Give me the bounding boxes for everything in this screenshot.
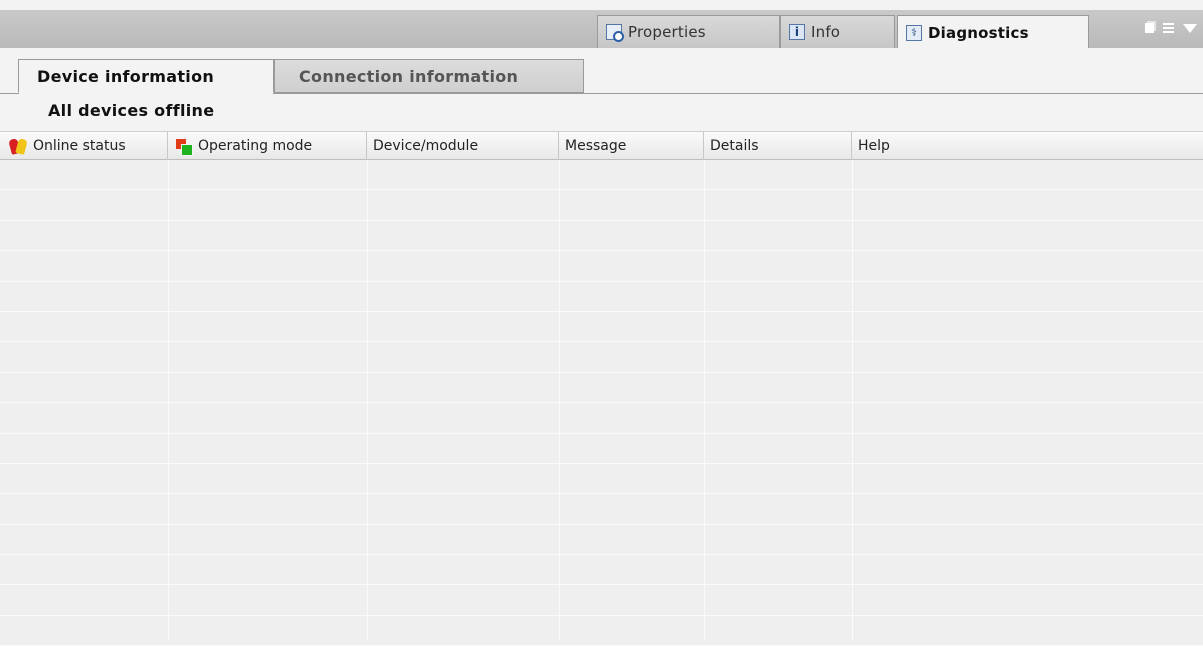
status-title: All devices offline: [48, 101, 215, 120]
diagnostics-subtabs: Device information Connection informatio…: [0, 48, 1203, 95]
operating-mode-icon: [174, 137, 193, 156]
table-row[interactable]: [0, 585, 1203, 616]
tab-diagnostics[interactable]: ⚕ Diagnostics: [897, 15, 1089, 49]
table-row[interactable]: [0, 463, 1203, 495]
column-operating-mode-label: Operating mode: [198, 138, 313, 154]
tab-info[interactable]: i Info: [780, 15, 895, 48]
tab-properties[interactable]: Properties: [597, 15, 780, 48]
table-row[interactable]: [0, 403, 1203, 434]
column-device-module-label: Device/module: [373, 138, 479, 154]
table-row[interactable]: [0, 372, 1203, 404]
subtab-divider: [0, 93, 1203, 94]
tab-connection-information[interactable]: Connection information: [274, 59, 584, 93]
column-operating-mode[interactable]: Operating mode: [168, 132, 367, 160]
column-divider: [367, 160, 368, 640]
table-row[interactable]: [0, 251, 1203, 282]
table-row[interactable]: [0, 615, 1203, 646]
column-details-label: Details: [710, 138, 759, 154]
collapse-arrow-icon[interactable]: [1183, 23, 1197, 33]
device-diagnostics-table: Online status Operating mode Device/modu…: [0, 131, 1203, 646]
table-body: [0, 160, 1203, 646]
online-status-icon: [9, 137, 27, 155]
table-row[interactable]: [0, 494, 1203, 525]
properties-icon: [606, 24, 624, 42]
column-help-label: Help: [858, 138, 890, 154]
table-header: Online status Operating mode Device/modu…: [0, 131, 1203, 160]
column-details[interactable]: Details: [704, 132, 852, 160]
column-message-label: Message: [565, 138, 627, 154]
table-row[interactable]: [0, 524, 1203, 556]
tab-diagnostics-label: Diagnostics: [928, 23, 1029, 42]
table-row[interactable]: [0, 555, 1203, 586]
table-row[interactable]: [0, 190, 1203, 221]
column-message[interactable]: Message: [559, 132, 704, 160]
column-divider: [559, 160, 560, 640]
table-row[interactable]: [0, 281, 1203, 312]
table-row[interactable]: [0, 160, 1203, 191]
table-row[interactable]: [0, 311, 1203, 343]
tab-info-label: Info: [811, 23, 841, 41]
window-controls: [1145, 23, 1197, 33]
tab-device-information[interactable]: Device information: [18, 59, 274, 93]
column-device-module[interactable]: Device/module: [367, 132, 559, 160]
inspector-tab-bar: Properties i Info ⚕ Diagnostics: [0, 10, 1203, 49]
column-online-status[interactable]: Online status: [0, 132, 168, 160]
column-help[interactable]: Help: [852, 132, 1203, 160]
table-row[interactable]: [0, 342, 1203, 373]
column-divider: [168, 160, 169, 640]
diagnostics-icon: ⚕: [906, 24, 922, 41]
layout-menu-icon[interactable]: [1163, 23, 1174, 33]
column-online-status-label: Online status: [33, 138, 126, 154]
float-window-icon[interactable]: [1145, 23, 1154, 33]
table-row[interactable]: [0, 433, 1203, 464]
info-icon: i: [789, 24, 805, 40]
column-divider: [704, 160, 705, 640]
table-row[interactable]: [0, 220, 1203, 252]
column-divider: [852, 160, 853, 640]
tab-properties-label: Properties: [628, 23, 706, 41]
